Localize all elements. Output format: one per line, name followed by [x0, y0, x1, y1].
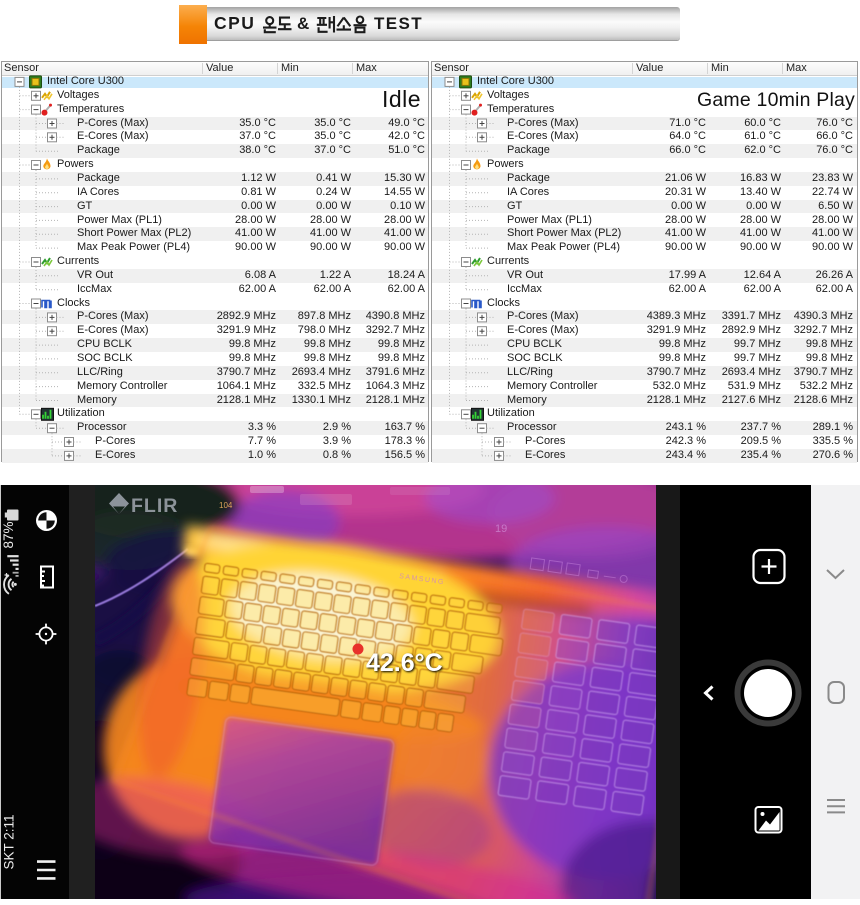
svg-text:42.6°C: 42.6°C: [366, 649, 443, 677]
svg-text:104: 104: [219, 501, 233, 510]
svg-text:FLIR: FLIR: [131, 495, 178, 517]
svg-text:SKT 2:11: SKT 2:11: [2, 814, 17, 869]
svg-text:19: 19: [495, 523, 507, 535]
svg-text:87%: 87%: [1, 521, 16, 548]
